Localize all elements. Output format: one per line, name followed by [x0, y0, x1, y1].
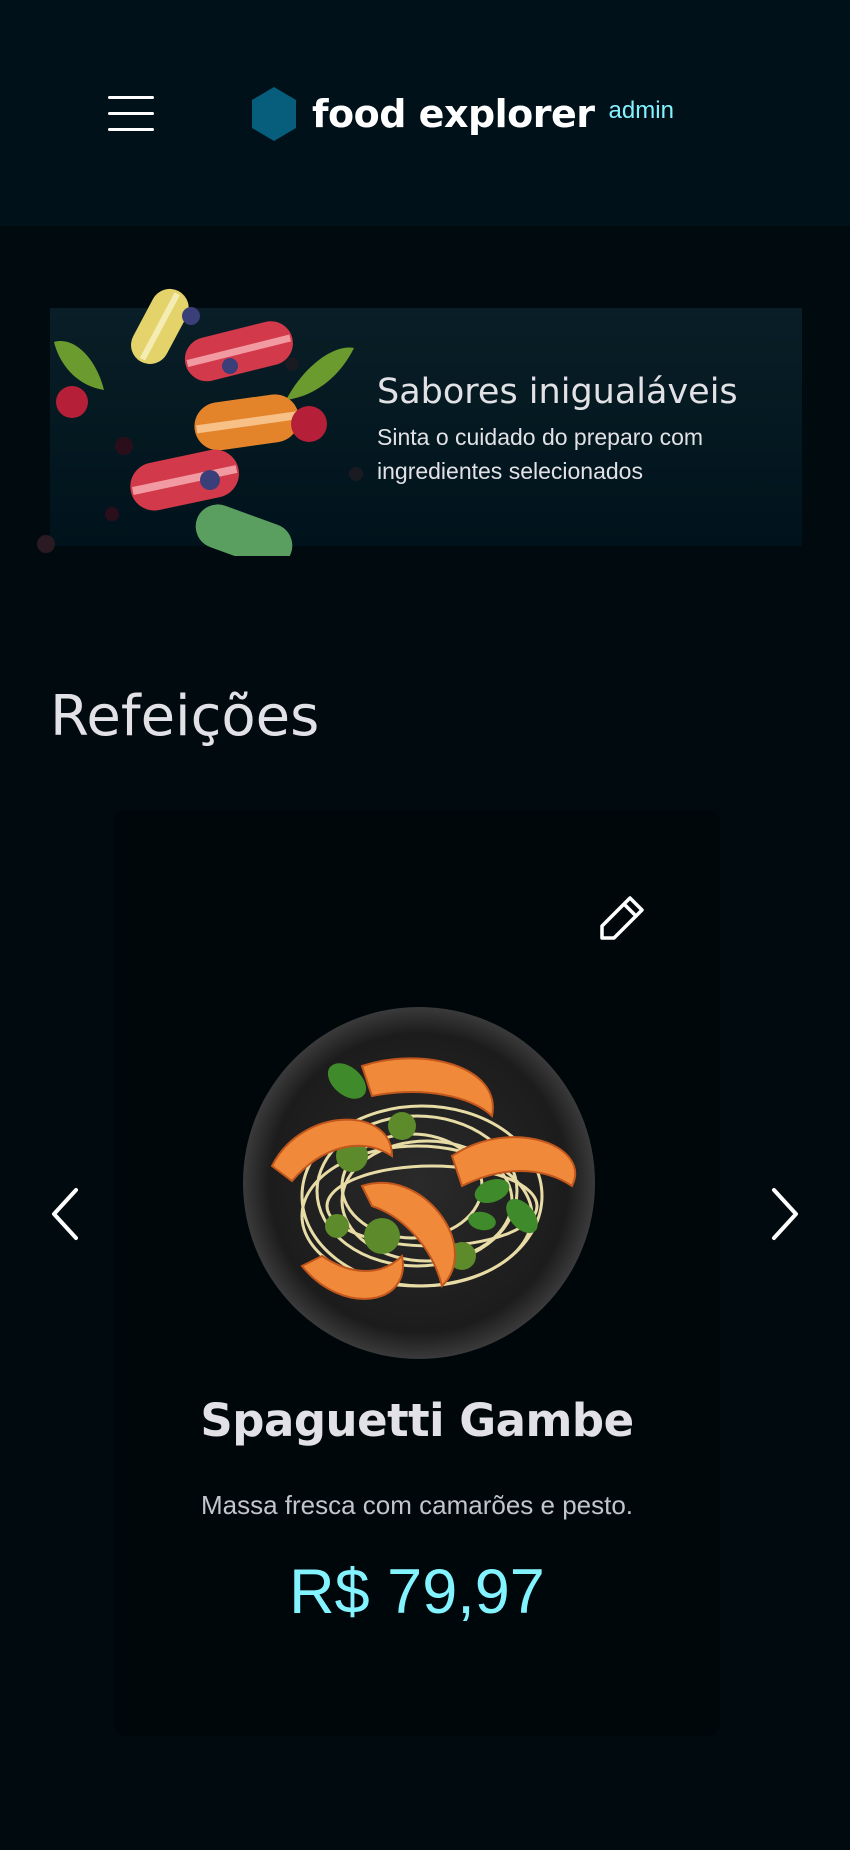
chevron-left-icon[interactable] [46, 1184, 86, 1244]
admin-badge: admin [608, 97, 674, 124]
hexagon-logo-icon [252, 87, 296, 141]
brand-name: food explorer [312, 92, 595, 136]
macarons-and-berries-illustration [37, 288, 363, 556]
section-title: Refeições [50, 684, 320, 749]
banner-subtitle: Sinta o cuidado do preparo com ingredien… [377, 424, 704, 484]
dish-image[interactable] [242, 1006, 596, 1360]
hamburger-menu-icon[interactable] [104, 92, 156, 136]
chevron-right-icon[interactable] [764, 1184, 804, 1244]
dish-name[interactable]: Spaguetti Gambe [114, 1394, 720, 1447]
banner-title: Sabores inigualáveis [377, 372, 738, 412]
next-card-peek [780, 810, 850, 1736]
logo[interactable]: food explorer admin [250, 86, 674, 142]
pencil-edit-icon[interactable] [596, 890, 650, 944]
dish-price: R$ 79,97 [289, 1557, 545, 1627]
header: food explorer admin [0, 0, 850, 226]
dish-description: Massa fresca com camarões e pesto. [200, 1490, 634, 1520]
page: food explorer admin Sabores inigualáveis… [0, 0, 850, 1850]
